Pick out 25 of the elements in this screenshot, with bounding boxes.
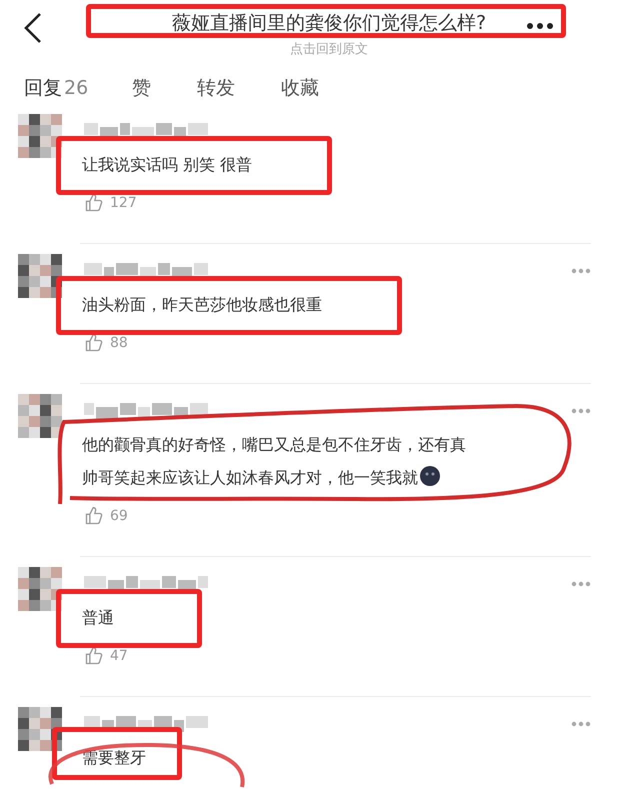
avatar [18,567,62,611]
like-count: 88 [110,335,128,351]
tab[interactable]: 回复 26 [24,75,88,101]
like-count: 127 [110,195,137,211]
thumbs-up-icon[interactable] [84,646,104,666]
avatar [18,707,62,751]
avatar [18,114,62,158]
comment-text: 普通 [82,607,114,629]
tab[interactable]: 赞 [132,75,152,101]
tab[interactable]: 收藏 [281,75,320,101]
more-icon[interactable] [526,22,554,30]
avatar [18,394,62,438]
thumbs-up-icon[interactable] [84,506,104,526]
comment-text: 需要整牙 [82,747,146,769]
comment-text: 油头粉面，昨天芭莎他妆感也很重 [82,294,322,316]
back-icon[interactable] [22,12,44,44]
tab[interactable]: 转发 [197,75,236,101]
thumbs-up-icon[interactable] [84,193,104,213]
like-count: 47 [110,648,128,664]
comment-text: 让我说实话吗 别笑 很普 [82,154,252,176]
post-title: 薇娅直播间里的龚俊你们觉得怎么样? [172,11,486,36]
avatar [18,254,62,298]
thumbs-up-icon[interactable] [84,333,104,353]
comment-text: 他的颧骨真的好奇怪，嘴巴又总是包不住牙齿，还有真帅哥笑起来应该让人如沐春风才对，他一笑我就 [82,434,467,489]
like-count: 69 [110,508,128,524]
